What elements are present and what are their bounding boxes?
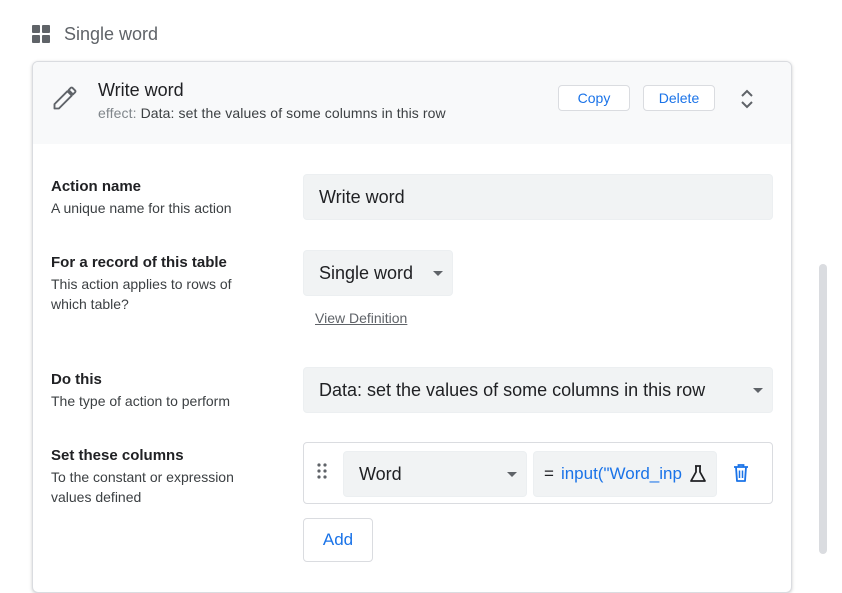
expression-input[interactable]: = input("Word_input" (533, 451, 717, 497)
action-card-header[interactable]: Write word effect: Data: set the values … (33, 62, 791, 144)
flask-icon[interactable] (688, 464, 708, 484)
set-columns-label: Set these columns (51, 447, 184, 464)
action-effect: effect: Data: set the values of some col… (98, 105, 446, 121)
chevron-down-icon (507, 472, 517, 477)
column-select[interactable]: Word (343, 451, 527, 497)
expression-text: input("Word_input" (560, 464, 683, 483)
section-title: Single word (64, 23, 159, 44)
grid-icon (32, 25, 50, 43)
do-this-label: Do this (51, 371, 102, 388)
action-name-label: Action name (51, 178, 142, 195)
action-title: Write word (98, 80, 184, 100)
column-select-value: Word (359, 463, 402, 484)
view-definition-link[interactable]: View Definition (315, 310, 407, 326)
for-record-desc: This action applies to rows of which tab… (51, 276, 232, 312)
table-select-value: Single word (319, 262, 414, 283)
for-record-label: For a record of this table (51, 254, 227, 271)
expand-collapse-icon[interactable] (737, 88, 757, 110)
pencil-icon (53, 86, 77, 110)
action-type-select[interactable]: Data: set the values of some columns in … (303, 367, 773, 413)
trash-icon[interactable] (733, 463, 749, 483)
action-type-value: Data: set the values of some columns in … (319, 379, 706, 400)
delete-button[interactable]: Delete (643, 85, 715, 111)
set-columns-desc: To the constant or expression values def… (51, 469, 234, 505)
equals-sign: = (544, 464, 554, 483)
effect-text: Data: set the values of some columns in … (140, 105, 446, 121)
table-select[interactable]: Single word (303, 250, 453, 296)
column-assignment-row: Word = input("Word_input" (303, 442, 773, 504)
chevron-down-icon (433, 271, 443, 276)
do-this-desc: The type of action to perform (51, 393, 230, 409)
action-name-desc: A unique name for this action (51, 200, 232, 216)
action-card: Write word effect: Data: set the values … (32, 61, 792, 593)
copy-button[interactable]: Copy (558, 85, 630, 111)
scrollbar[interactable] (819, 264, 827, 554)
drag-handle-icon[interactable] (316, 463, 328, 479)
chevron-down-icon (753, 388, 763, 393)
section-header: Single word (32, 22, 158, 46)
effect-prefix: effect: (98, 105, 137, 121)
action-name-input[interactable]: Write word (303, 174, 773, 220)
add-column-button[interactable]: Add (303, 518, 373, 562)
